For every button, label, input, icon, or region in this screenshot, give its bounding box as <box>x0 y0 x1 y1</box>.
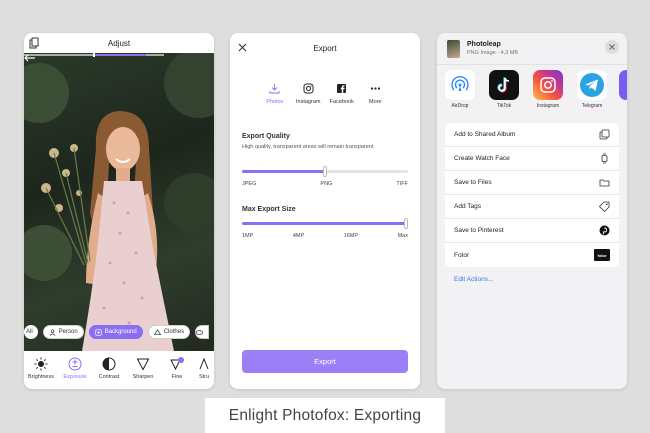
quality-slider-fill <box>242 170 325 173</box>
share-targets: Photos Instagram Facebook More <box>258 83 392 105</box>
export-header: Export <box>230 33 420 63</box>
telegram-icon <box>577 70 607 100</box>
action-save-to-files[interactable]: Save to Files <box>445 171 619 195</box>
adjust-toolbar: Brightness Exposure Contrast Sharpen Fin… <box>24 351 214 389</box>
app-airdrop[interactable]: AirDrop <box>445 70 475 109</box>
triangle-icon <box>136 358 150 371</box>
share-file-meta: PNG Image · 4,3 MB <box>467 50 519 56</box>
size-slider-handle[interactable] <box>404 218 408 229</box>
size-slider-fill <box>242 222 408 225</box>
chip-person[interactable]: Person <box>42 325 84 339</box>
max-export-size-title: Max Export Size <box>242 206 296 213</box>
quality-ticks: JPEG PNG TIFF <box>242 181 408 187</box>
chip-background[interactable]: Background <box>88 325 143 339</box>
tool-fine[interactable]: Fine <box>160 357 194 380</box>
tick-tiff[interactable]: TIFF <box>396 181 408 187</box>
share-more[interactable]: More <box>359 83 393 105</box>
folder-icon <box>599 179 610 187</box>
close-icon[interactable] <box>238 43 247 52</box>
adjust-title: Adjust <box>107 38 131 48</box>
tiktok-icon <box>489 70 519 100</box>
exposure-icon <box>68 357 82 371</box>
share-actions-list: Add to Shared Album Create Watch Face Sa… <box>445 123 619 267</box>
layers-icon[interactable] <box>29 37 39 49</box>
pinterest-icon <box>599 225 610 236</box>
tool-contrast[interactable]: Contrast <box>92 357 126 380</box>
segment-chips: All Person Background Clothes <box>24 324 214 340</box>
share-facebook[interactable]: Facebook <box>325 83 359 105</box>
close-icon <box>609 44 615 50</box>
person-icon <box>49 328 56 336</box>
tick-png[interactable]: PNG <box>320 181 332 187</box>
app-tiktok[interactable]: TikTok <box>489 70 519 109</box>
portrait-illustration <box>24 53 214 351</box>
share-close-button[interactable] <box>605 40 619 54</box>
facebook-icon <box>337 84 347 93</box>
contrast-icon <box>102 357 116 371</box>
sun-icon <box>34 357 48 371</box>
edit-actions-link[interactable]: Edit Actions... <box>454 276 493 283</box>
tag-icon <box>599 201 610 212</box>
toggle-icon <box>196 329 203 335</box>
export-quality-slider[interactable] <box>242 166 408 177</box>
action-add-tags[interactable]: Add Tags <box>445 195 619 219</box>
quality-slider-handle[interactable] <box>323 166 327 177</box>
export-title: Export <box>313 43 337 53</box>
share-sheet: Photoleap PNG Image · 4,3 MB AirDrop Tik… <box>437 33 627 389</box>
instagram-icon <box>303 83 314 94</box>
fotor-icon: fotor <box>594 249 610 261</box>
export-quality-title: Export Quality <box>242 133 290 140</box>
max-size-slider[interactable] <box>242 218 408 229</box>
share-app-name: Photoleap <box>467 41 501 48</box>
shared-album-icon <box>599 129 610 140</box>
tick-1mp[interactable]: 1MP <box>242 233 253 239</box>
app-instagram[interactable]: Instagram <box>533 70 563 109</box>
app-partial-next[interactable] <box>619 70 627 100</box>
share-apps-row: AirDrop TikTok Instagram Telegram <box>445 70 607 109</box>
chip-more[interactable] <box>195 325 210 339</box>
action-save-to-pinterest[interactable]: Save to Pinterest <box>445 219 619 243</box>
more-icon <box>370 87 380 90</box>
app-telegram[interactable]: Telegram <box>577 70 607 109</box>
adjust-screen: Adjust All Person Background Clothes Bri… <box>24 33 214 389</box>
airdrop-icon <box>445 70 475 100</box>
export-quality-subtitle: High quality, transparent areas will rem… <box>242 144 374 150</box>
share-sheet-header: Photoleap PNG Image · 4,3 MB <box>437 33 627 65</box>
adjust-header: Adjust <box>24 33 214 53</box>
tool-exposure[interactable]: Exposure <box>58 357 92 380</box>
tick-16mp[interactable]: 16MP <box>344 233 358 239</box>
watch-icon <box>601 153 608 164</box>
tick-jpeg[interactable]: JPEG <box>242 181 256 187</box>
edited-photo[interactable] <box>24 53 214 351</box>
share-photos[interactable]: Photos <box>258 83 292 105</box>
share-instagram[interactable]: Instagram <box>292 83 326 105</box>
tick-4mp[interactable]: 4MP <box>293 233 304 239</box>
tick-max[interactable]: Max <box>398 233 408 239</box>
size-ticks: 1MP 4MP 16MP Max <box>242 233 408 239</box>
download-icon <box>269 84 280 94</box>
background-icon <box>95 328 102 336</box>
clothes-icon <box>153 328 161 335</box>
export-screen: Export Photos Instagram Facebook More Ex… <box>230 33 420 389</box>
instagram-app-icon <box>533 70 563 100</box>
tool-brightness[interactable]: Brightness <box>24 357 58 380</box>
image-caption: Enlight Photofox: Exporting <box>205 398 445 433</box>
file-thumbnail <box>447 40 460 58</box>
export-button[interactable]: Export <box>242 350 408 373</box>
action-create-watch-face[interactable]: Create Watch Face <box>445 147 619 171</box>
chip-all[interactable]: All <box>24 325 38 339</box>
chip-clothes[interactable]: Clothes <box>147 325 191 339</box>
fine-icon <box>170 357 184 371</box>
tool-structure[interactable]: Stru <box>194 357 214 380</box>
structure-icon <box>199 357 209 370</box>
action-fotor[interactable]: Fotor fotor <box>445 243 619 267</box>
exposure-slider[interactable] <box>24 53 164 57</box>
tool-sharpen[interactable]: Sharpen <box>126 357 160 380</box>
action-add-shared-album[interactable]: Add to Shared Album <box>445 123 619 147</box>
